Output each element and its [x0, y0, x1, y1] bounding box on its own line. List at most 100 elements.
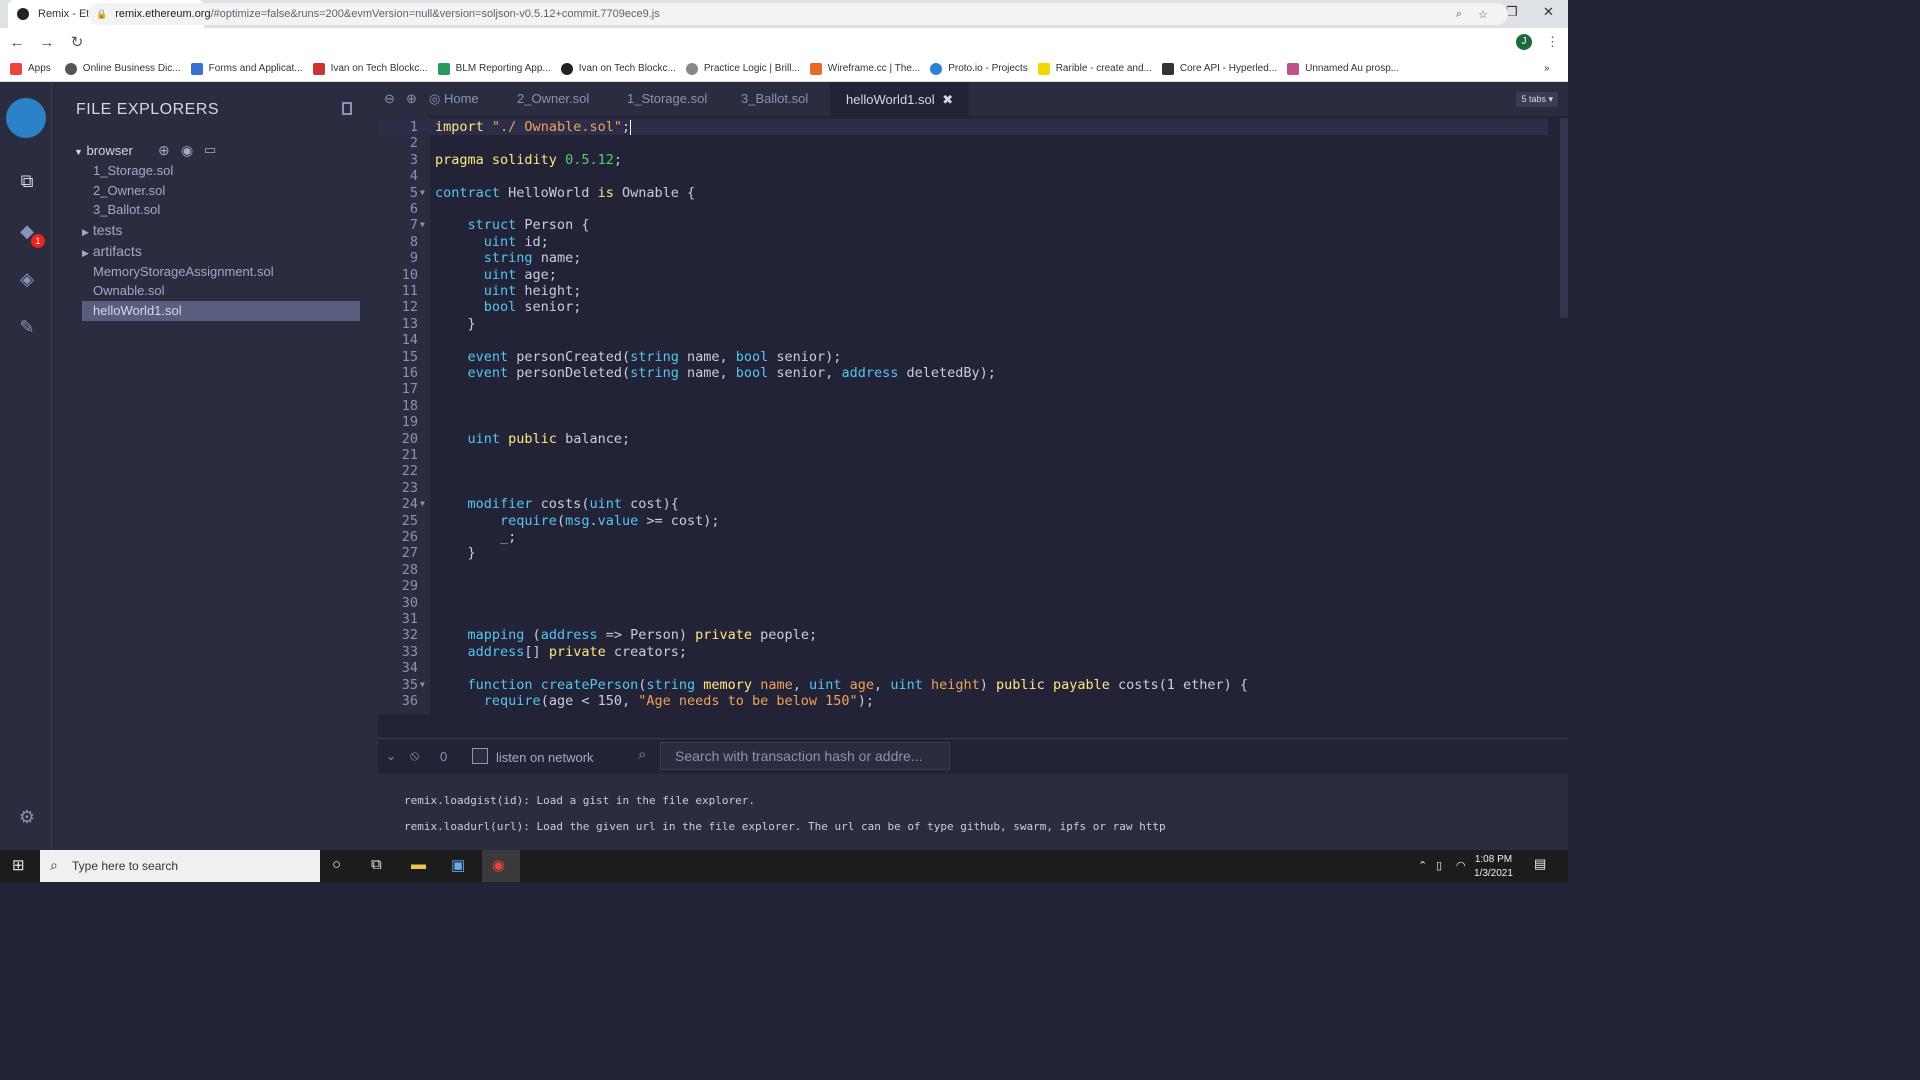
file-item[interactable]: 2_Owner.sol: [93, 183, 165, 198]
code-line[interactable]: 33 address[] private creators;: [378, 644, 1548, 660]
code-line[interactable]: 28: [378, 562, 1548, 578]
show-hidden-icons-icon[interactable]: ⌃: [1418, 859, 1427, 872]
tab-helloworld1[interactable]: helloWorld1.sol ✖: [830, 82, 970, 116]
code-line[interactable]: 17: [378, 381, 1548, 397]
code-line[interactable]: 19: [378, 414, 1548, 430]
file-explorer-icon[interactable]: ⧉: [14, 168, 40, 194]
listen-checkbox[interactable]: [472, 748, 488, 764]
plugin-manager-icon[interactable]: ✎: [14, 314, 40, 340]
bookmark-item[interactable]: Proto.io - Projects: [930, 62, 1028, 75]
notifications-icon[interactable]: ▤: [1534, 856, 1546, 872]
bookmark-apps[interactable]: Apps: [10, 62, 51, 75]
code-line[interactable]: 31: [378, 611, 1548, 627]
bookmark-item[interactable]: Rarible - create and...: [1037, 62, 1152, 75]
code-line[interactable]: 9 string name;: [378, 250, 1548, 266]
bookmark-item[interactable]: Ivan on Tech Blockc...: [560, 62, 676, 75]
settings-gear-icon[interactable]: ⚙: [14, 804, 40, 830]
tab-1-storage[interactable]: 1_Storage.sol: [627, 91, 707, 106]
code-line[interactable]: 22: [378, 463, 1548, 479]
file-item-selected[interactable]: helloWorld1.sol: [82, 301, 360, 321]
close-tab-icon[interactable]: ✖: [942, 92, 953, 107]
bookmark-item[interactable]: Practice Logic | Brill...: [685, 62, 800, 75]
code-line[interactable]: 7 ▼ struct Person {: [378, 217, 1548, 233]
code-line[interactable]: 14: [378, 332, 1548, 348]
bookmark-item[interactable]: BLM Reporting App...: [437, 62, 551, 75]
folder-artifacts[interactable]: ▶ artifacts: [82, 243, 142, 259]
code-line[interactable]: 13 }: [378, 316, 1548, 332]
code-line[interactable]: 6: [378, 201, 1548, 217]
bookmark-item[interactable]: Forms and Applicat...: [190, 62, 303, 75]
code-line[interactable]: 23: [378, 480, 1548, 496]
code-line[interactable]: 4: [378, 168, 1548, 184]
fold-arrow-icon[interactable]: ▼: [420, 217, 425, 233]
code-line[interactable]: 36 require(age < 150, "Age needs to be b…: [378, 693, 1548, 709]
code-line[interactable]: 11 uint height;: [378, 283, 1548, 299]
file-explorer-menu-icon[interactable]: [342, 102, 352, 115]
close-window-icon[interactable]: ✕: [1543, 4, 1554, 20]
windows-start-icon[interactable]: ⊞: [12, 856, 25, 874]
device-icon[interactable]: ▯: [1436, 859, 1442, 872]
code-line[interactable]: 15 event personCreated(string name, bool…: [378, 349, 1548, 365]
taskbar-clock[interactable]: 1:08 PM 1/3/2021: [1474, 853, 1513, 881]
code-line[interactable]: 29: [378, 578, 1548, 594]
zoom-in-icon[interactable]: ⊕: [406, 91, 417, 107]
more-bookmarks-icon[interactable]: »: [1544, 63, 1550, 74]
bookmark-item[interactable]: Unnamed Au prosp...: [1287, 62, 1399, 75]
bookmark-item[interactable]: Ivan on Tech Blockc...: [312, 62, 428, 75]
folder-browser[interactable]: ▼ browser: [74, 143, 133, 158]
bookmark-item[interactable]: Online Business Dic...: [64, 62, 181, 75]
collapse-terminal-icon[interactable]: ⌄: [386, 749, 396, 763]
taskbar-search-input[interactable]: ⌕ Type here to search: [40, 850, 320, 882]
file-explorer-taskbar-icon[interactable]: ▬: [411, 856, 426, 873]
file-item[interactable]: MemoryStorageAssignment.sol: [93, 264, 274, 279]
fold-arrow-icon[interactable]: ▼: [420, 496, 425, 512]
open-folder-icon[interactable]: ▭: [204, 142, 216, 158]
bookmark-item[interactable]: Core API - Hyperled...: [1161, 62, 1277, 75]
url-field[interactable]: 🔒 remix.ethereum.org /#optimize=false&ru…: [88, 3, 1508, 25]
code-line[interactable]: 26 _;: [378, 529, 1548, 545]
code-line[interactable]: 5 ▼ contract HelloWorld is Ownable {: [378, 185, 1548, 201]
tab-2-owner[interactable]: 2_Owner.sol: [517, 91, 589, 106]
zoom-icon[interactable]: ⌕: [1456, 8, 1462, 21]
editor-scrollbar[interactable]: [1560, 118, 1568, 318]
code-line[interactable]: 24 ▼ modifier costs(uint cost){: [378, 496, 1548, 512]
back-icon[interactable]: ←: [4, 34, 30, 51]
code-line[interactable]: 35 ▼ function createPerson(string memory …: [378, 677, 1548, 693]
code-line[interactable]: 3 pragma solidity 0.5.12;: [378, 152, 1548, 168]
code-line[interactable]: 18: [378, 398, 1548, 414]
code-line[interactable]: 16 event personDeleted(string name, bool…: [378, 365, 1548, 381]
code-line[interactable]: 20 uint public balance;: [378, 431, 1548, 447]
tab-home[interactable]: ◎ Home: [429, 91, 479, 107]
code-line[interactable]: 34: [378, 660, 1548, 676]
wifi-icon[interactable]: ◠: [1456, 859, 1466, 872]
file-item[interactable]: Ownable.sol: [93, 283, 165, 298]
code-line[interactable]: 27 }: [378, 545, 1548, 561]
code-line[interactable]: 32 mapping (address => Person) private p…: [378, 627, 1548, 643]
task-view-icon[interactable]: ⧉: [371, 856, 382, 873]
fold-arrow-icon[interactable]: ▼: [420, 185, 425, 201]
code-line[interactable]: 30: [378, 595, 1548, 611]
code-line[interactable]: 21: [378, 447, 1548, 463]
chrome-menu-icon[interactable]: ⋮: [1546, 34, 1559, 50]
github-icon[interactable]: ◉: [181, 142, 193, 159]
clear-console-icon[interactable]: ⦸: [410, 747, 419, 764]
zoom-out-icon[interactable]: ⊖: [384, 91, 395, 107]
bookmark-star-icon[interactable]: ☆: [1478, 8, 1488, 21]
tab-3-ballot[interactable]: 3_Ballot.sol: [741, 91, 808, 106]
forward-icon[interactable]: →: [34, 34, 60, 51]
transaction-search-input[interactable]: Search with transaction hash or addre...: [660, 742, 950, 770]
remote-desktop-icon[interactable]: ▣: [451, 856, 465, 874]
file-item[interactable]: 1_Storage.sol: [93, 163, 173, 178]
code-line[interactable]: 8 uint id;: [378, 234, 1548, 250]
code-line[interactable]: 12 bool senior;: [378, 299, 1548, 315]
code-editor[interactable]: ⊖ ⊕ ◎ Home 2_Owner.sol 1_Storage.sol 3_B…: [378, 82, 1568, 714]
deploy-run-icon[interactable]: ◈: [14, 266, 40, 292]
chrome-taskbar-icon[interactable]: ◉: [482, 850, 520, 882]
tabs-dropdown[interactable]: 5 tabs ▾: [1516, 92, 1558, 107]
code-line[interactable]: 1 import "./ Ownable.sol";: [378, 119, 1548, 136]
profile-avatar[interactable]: J: [1516, 34, 1532, 50]
remix-logo-icon[interactable]: [6, 98, 46, 138]
cortana-icon[interactable]: ○: [332, 856, 341, 873]
file-item[interactable]: 3_Ballot.sol: [93, 202, 160, 217]
folder-tests[interactable]: ▶ tests: [82, 222, 122, 238]
